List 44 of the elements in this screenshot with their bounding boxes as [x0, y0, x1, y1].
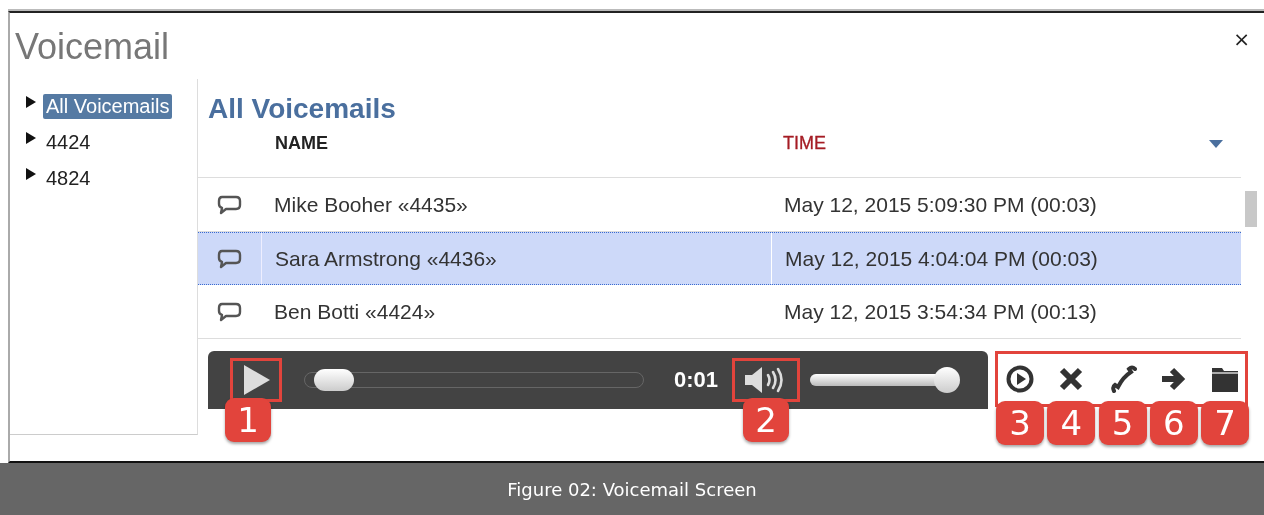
window-title: Voicemail — [14, 26, 170, 68]
callout-badge: 6 — [1149, 401, 1198, 445]
tree-item[interactable]: All Voicemails — [43, 93, 173, 119]
folder-button[interactable] — [1211, 365, 1239, 393]
column-header[interactable]: TIME — [783, 133, 826, 154]
callout-badge: 1 — [225, 398, 271, 442]
phone-button[interactable] — [1108, 365, 1137, 393]
speech-bubble-icon — [217, 248, 242, 269]
folder-icon — [1211, 365, 1239, 393]
figure-caption: Figure 02: Voicemail Screen — [0, 463, 1264, 515]
phone-icon — [1108, 365, 1137, 393]
tree-item[interactable]: 4824 — [43, 165, 94, 191]
table-cell: May 12, 2015 4:04:04 PM (00:03) — [785, 246, 1098, 271]
sort-arrow-icon[interactable] — [1209, 139, 1223, 149]
play-circle-icon — [1006, 365, 1034, 393]
table-cell: May 12, 2015 5:09:30 PM (00:03) — [784, 192, 1097, 217]
callout-badge: 2 — [743, 398, 790, 442]
speech-bubble-icon — [217, 194, 242, 215]
expand-arrow-icon[interactable] — [25, 167, 37, 181]
scrollbar-thumb[interactable] — [1244, 191, 1257, 227]
volume-thumb[interactable] — [934, 367, 961, 393]
seek-thumb[interactable] — [313, 369, 354, 391]
column-header[interactable]: NAME — [275, 133, 328, 153]
tree-item[interactable]: 4424 — [43, 129, 94, 155]
table-cell: Sara Armstrong «4436» — [275, 246, 497, 271]
callout-badge: 4 — [1047, 401, 1096, 445]
play-icon — [241, 364, 271, 396]
table-cell: Mike Booher «4435» — [274, 192, 468, 217]
close-button[interactable]: × — [1233, 27, 1250, 51]
selected-row[interactable]: Sara Armstrong «4436» May 12, 2015 4:04:04 PM (00:03) — [198, 232, 1241, 285]
list-heading: All Voicemails — [207, 92, 397, 126]
table-cell: Ben Botti «4424» — [274, 299, 436, 324]
speech-bubble-icon — [217, 301, 242, 322]
volume-slider[interactable] — [810, 366, 961, 394]
arrow-right-icon — [1159, 365, 1188, 393]
expand-arrow-icon[interactable] — [25, 131, 37, 145]
callout-badge: 7 — [1201, 401, 1249, 445]
play-circle-button[interactable] — [1006, 365, 1034, 393]
callout-badge: 5 — [1098, 401, 1147, 445]
arrow-right-button[interactable] — [1159, 365, 1188, 393]
callout-badge: 3 — [996, 401, 1044, 445]
expand-arrow-icon[interactable] — [25, 95, 37, 109]
table-cell: May 12, 2015 3:54:34 PM (00:13) — [784, 299, 1097, 324]
elapsed-time: 0:01 — [674, 367, 719, 393]
